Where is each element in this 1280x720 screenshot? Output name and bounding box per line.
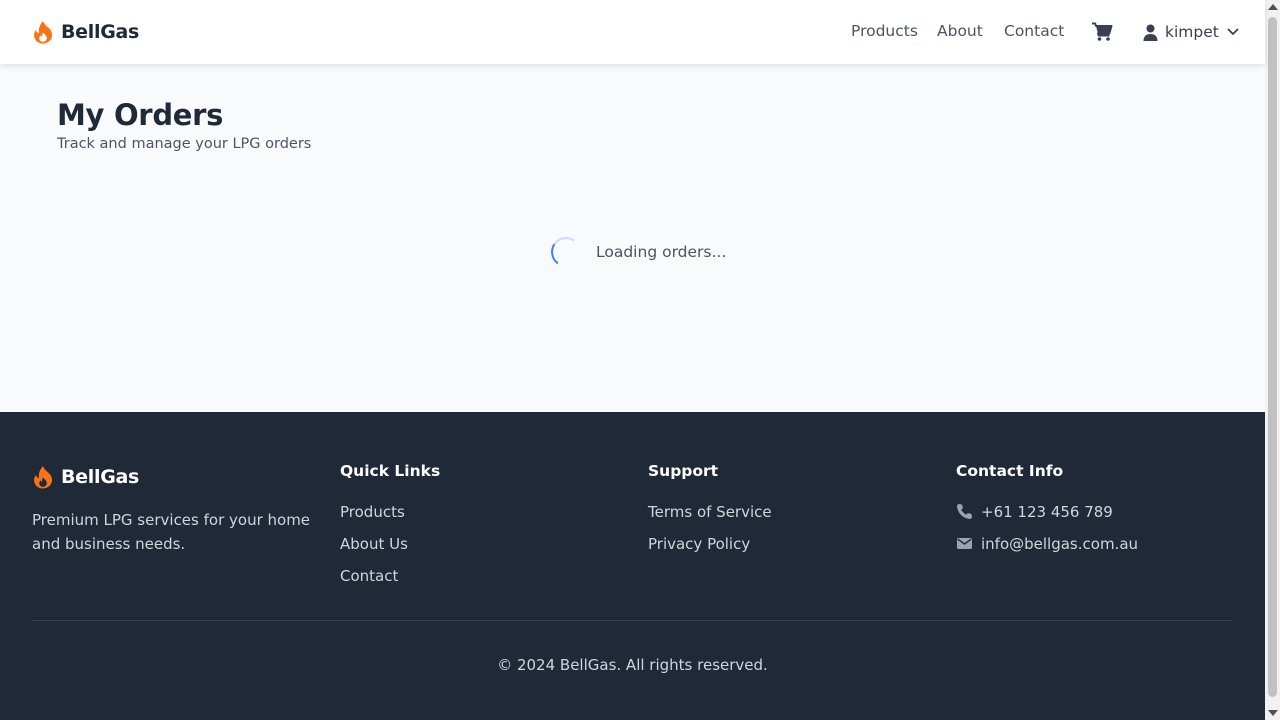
footer-contact-info: Contact Info +61 123 456 789 info@bellga…	[956, 462, 1138, 566]
nav-contact-link[interactable]: Contact	[1004, 22, 1064, 40]
user-icon	[1143, 24, 1158, 41]
scroll-up-arrow-icon[interactable]	[1268, 4, 1278, 10]
quick-links-heading: Quick Links	[340, 462, 441, 480]
shopping-cart-icon	[1092, 22, 1113, 41]
brand-logo-link[interactable]: BellGas	[32, 19, 139, 45]
site-footer: BellGas Premium LPG services for your ho…	[0, 412, 1265, 720]
flame-icon	[34, 21, 53, 44]
brand-name: BellGas	[61, 21, 140, 43]
footer-link-products[interactable]: Products	[340, 502, 440, 534]
flame-icon	[34, 466, 53, 489]
loading-spinner-icon	[548, 234, 584, 270]
email-address: info@bellgas.com.au	[981, 535, 1139, 553]
copyright-text: © 2024 BellGas. All rights reserved.	[497, 656, 768, 674]
nav-products-link[interactable]: Products	[851, 22, 918, 40]
loading-indicator: Loading orders...	[548, 234, 727, 270]
scrollbar-thumb[interactable]	[1268, 17, 1277, 697]
footer-email[interactable]: info@bellgas.com.au	[956, 534, 1138, 566]
footer-phone[interactable]: +61 123 456 789	[956, 502, 1138, 534]
cart-button[interactable]	[1091, 22, 1113, 42]
footer-brand-name: BellGas	[61, 466, 140, 488]
user-menu-toggle[interactable]: kimpet	[1143, 22, 1239, 42]
footer-quick-links: Quick Links Products About Us Contact	[340, 462, 440, 598]
nav-about-link[interactable]: About	[937, 22, 983, 40]
scroll-down-arrow-icon[interactable]	[1268, 710, 1278, 716]
chevron-down-icon	[1227, 28, 1239, 35]
footer-divider	[32, 620, 1233, 621]
footer-link-terms[interactable]: Terms of Service	[648, 502, 772, 534]
phone-icon	[956, 504, 972, 520]
footer-support: Support Terms of Service Privacy Policy	[648, 462, 772, 566]
footer-link-contact[interactable]: Contact	[340, 566, 440, 598]
contact-info-heading: Contact Info	[956, 462, 1064, 480]
top-navbar: BellGas Products About Contact kimpet	[0, 0, 1265, 64]
footer-link-about-us[interactable]: About Us	[340, 534, 440, 566]
loading-text: Loading orders...	[596, 243, 727, 261]
support-heading: Support	[648, 462, 719, 480]
page-subtitle: Track and manage your LPG orders	[57, 136, 312, 152]
page-scrollbar[interactable]	[1265, 0, 1280, 720]
footer-brand: BellGas	[32, 464, 139, 490]
page-title: My Orders	[57, 98, 224, 132]
footer-link-privacy[interactable]: Privacy Policy	[648, 534, 772, 566]
user-name: kimpet	[1165, 23, 1219, 41]
phone-number: +61 123 456 789	[981, 503, 1113, 521]
envelope-icon	[957, 538, 972, 549]
footer-description: Premium LPG services for your home and b…	[32, 511, 311, 553]
